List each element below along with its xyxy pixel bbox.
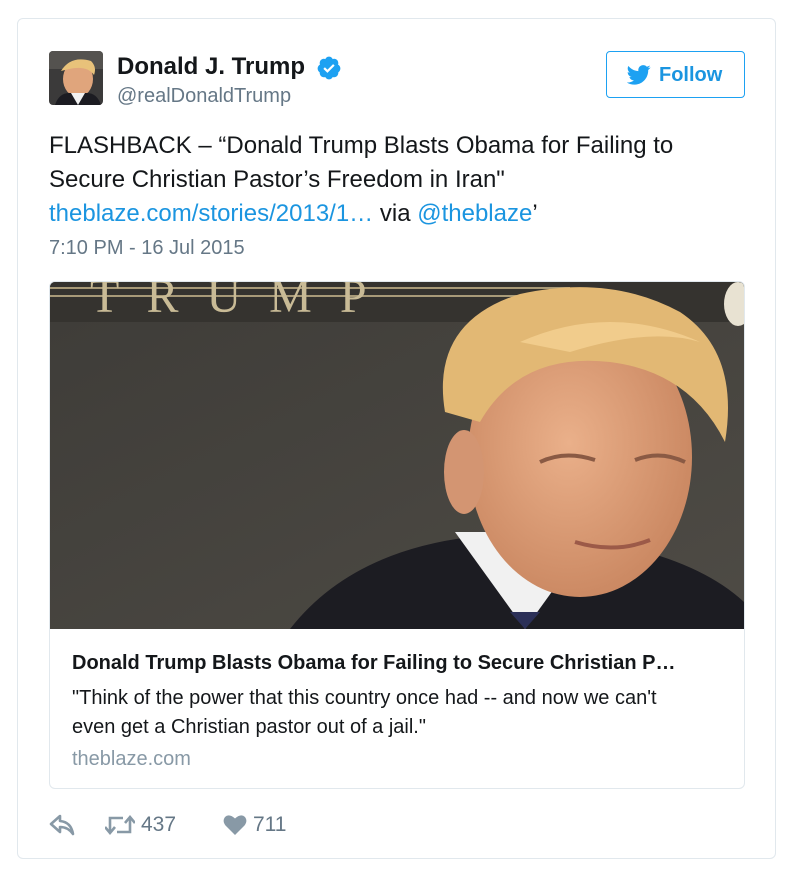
trailing-quote: ’	[532, 200, 538, 227]
verified-badge-icon	[317, 56, 341, 80]
card-description: "Think of the power that this country on…	[72, 684, 722, 742]
user-handle[interactable]: @realDonaldTrump	[117, 85, 291, 108]
follow-button[interactable]: Follow	[606, 51, 745, 98]
retweet-button[interactable]: 437	[105, 811, 185, 841]
card-photo-sign: T R U M P	[90, 282, 375, 323]
avatar[interactable]	[49, 51, 103, 105]
reply-button[interactable]	[49, 811, 79, 841]
retweet-count: 437	[141, 813, 177, 836]
card-description-line: even get a Christian pastor out of a jai…	[72, 716, 426, 738]
card-photo: T R U M P	[50, 282, 744, 629]
via-text: via	[379, 200, 411, 227]
timestamp[interactable]: 7:10 PM - 16 Jul 2015	[49, 237, 245, 260]
follow-label: Follow	[659, 64, 723, 86]
like-button[interactable]: 711	[223, 811, 293, 841]
article-link[interactable]: theblaze.com/stories/2013/1…	[49, 200, 373, 227]
tweet-links-line: theblaze.com/stories/2013/1… via @thebla…	[49, 197, 739, 231]
tweet-text: FLASHBACK – “Donald Trump Blasts Obama f…	[49, 129, 739, 231]
card-domain[interactable]: theblaze.com	[72, 748, 191, 771]
heart-icon	[223, 815, 247, 835]
card-title[interactable]: Donald Trump Blasts Obama for Failing to…	[72, 652, 675, 675]
tweet-text-line: Secure Christian Pastor’s Freedom in Ira…	[49, 166, 505, 193]
mention-link[interactable]: @theblaze	[417, 200, 532, 227]
tweet-card: Donald J. Trump @realDonaldTrump Follow …	[17, 18, 776, 859]
link-card[interactable]: T R U M P Donald Trump Blasts Obama for …	[49, 281, 745, 789]
twitter-bird-icon	[627, 65, 651, 85]
card-description-line: "Think of the power that this country on…	[72, 687, 657, 709]
retweet-icon	[105, 814, 135, 836]
tweet-text-line: FLASHBACK – “Donald Trump Blasts Obama f…	[49, 132, 674, 159]
like-count: 711	[253, 813, 287, 836]
user-name[interactable]: Donald J. Trump	[117, 53, 305, 81]
reply-icon	[49, 814, 75, 836]
